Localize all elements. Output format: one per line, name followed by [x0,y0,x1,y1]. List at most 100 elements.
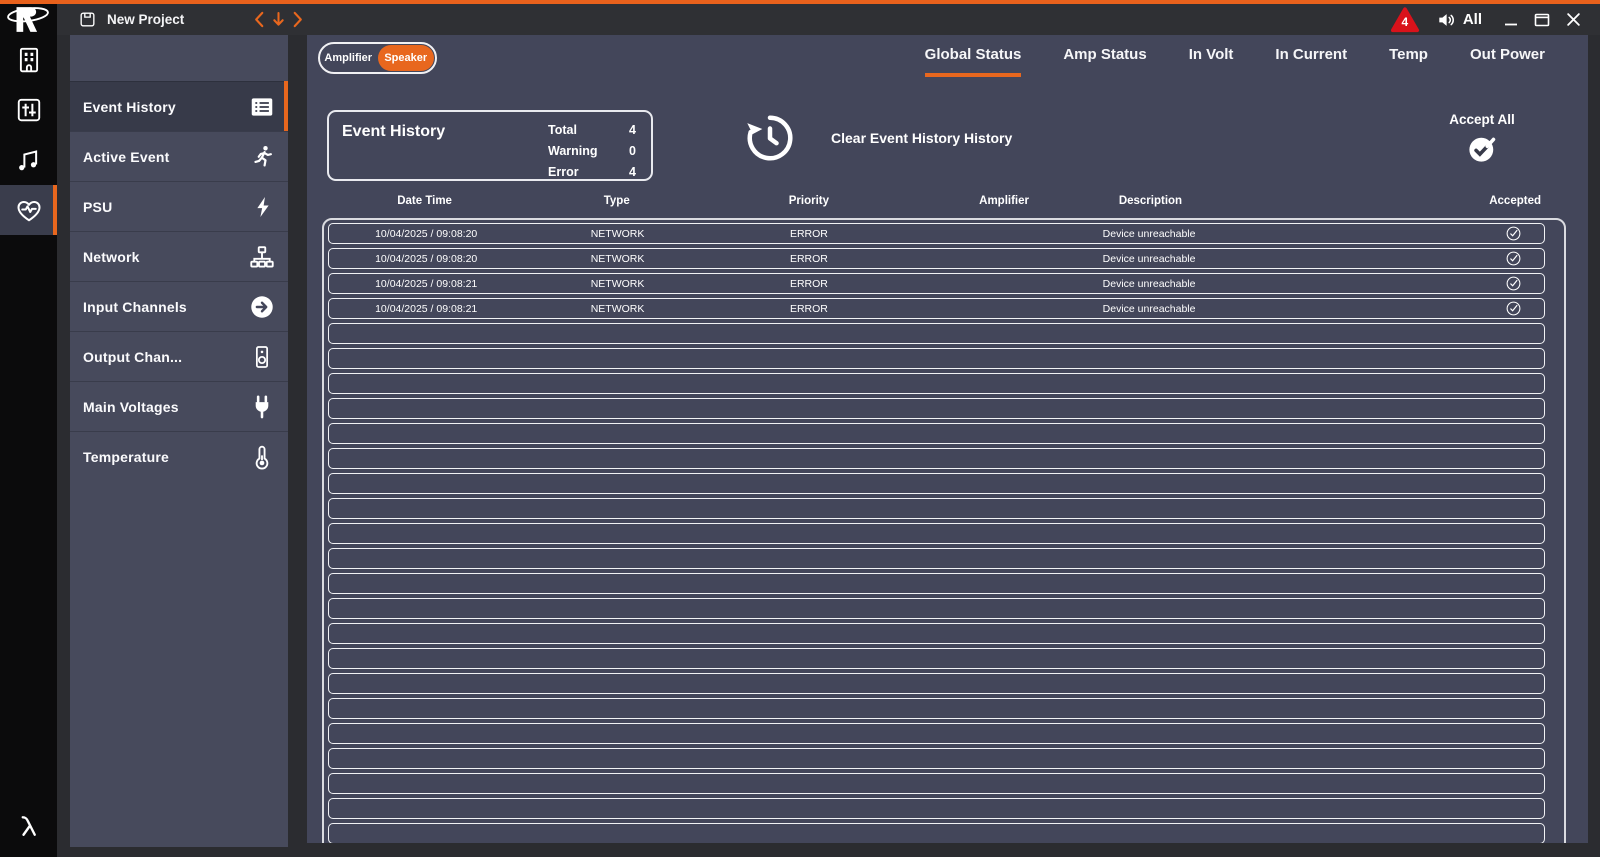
sidebar-item-active-event[interactable]: Active Event [70,131,288,181]
table-row[interactable]: 10/04/2025 / 09:08:20 NETWORK ERROR Device … [328,248,1545,269]
table-row-empty[interactable] [328,373,1545,394]
table-row-empty[interactable] [328,423,1545,444]
table-row-empty[interactable] [328,723,1545,744]
table-row-empty[interactable] [328,748,1545,769]
tab-in-current[interactable]: In Current [1254,46,1368,77]
sidebar-item-input-channels[interactable]: Input Channels [70,281,288,331]
stat-label: Total [548,122,577,137]
table-row-empty[interactable] [328,473,1545,494]
panel-nav-arrows [253,4,304,35]
sidebar-item-label: PSU [83,198,113,215]
health-monitor-icon [14,195,44,225]
table-row-empty[interactable] [328,773,1545,794]
table-row-empty[interactable] [328,648,1545,669]
app-rail [0,4,57,857]
column-header-type: Type [603,195,630,207]
table-row-empty[interactable] [328,348,1545,369]
table-row-empty[interactable] [328,498,1545,519]
sidebar-item-event-history[interactable]: Event History [70,81,288,131]
cell-description: Device unreachable [1102,252,1196,265]
chevron-right-icon[interactable] [292,11,304,28]
cell-type: NETWORK [590,227,645,240]
summary-stat-error: Error 4 [548,162,636,183]
alert-count: 4 [1401,15,1409,29]
sidebar-item-psu[interactable]: PSU [70,181,288,231]
table-row-empty[interactable] [328,448,1545,469]
network-icon [248,243,276,271]
table-row-empty[interactable] [328,523,1545,544]
table-row[interactable]: 10/04/2025 / 09:08:21 NETWORK ERROR Device … [328,273,1545,294]
accept-all-control: Accept All [1434,112,1530,169]
clear-event-history-button[interactable]: Clear Event History History [743,111,1012,165]
rail-item-mixer[interactable] [0,85,57,135]
alert-count-badge[interactable]: 4 [1390,6,1420,33]
tab-amp-status[interactable]: Amp Status [1042,46,1167,77]
tab-label: Amp Status [1063,46,1147,63]
table-row-empty[interactable] [328,823,1545,843]
cell-date-time: 10/04/2025 / 09:08:21 [375,302,478,315]
project-title: New Project [107,12,185,27]
cell-priority: ERROR [789,277,828,290]
summary-stats: Total 4 Warning 0 Error 4 [548,119,636,183]
table-row-empty[interactable] [328,323,1545,344]
sidebar-item-main-voltages[interactable]: Main Voltages [70,381,288,431]
rail-item-lambda[interactable] [0,803,57,849]
save-project-icon[interactable] [78,10,97,29]
accepted-check-icon[interactable] [1505,225,1522,242]
rail-item-health-monitor[interactable] [0,185,57,235]
table-row-empty[interactable] [328,673,1545,694]
sidebar-item-network[interactable]: Network [70,231,288,281]
chevron-left-icon[interactable] [253,11,265,28]
close-button[interactable] [1562,4,1584,35]
cell-type: NETWORK [590,252,645,265]
table-row-empty[interactable] [328,573,1545,594]
arrow-down-icon[interactable] [272,11,285,28]
cell-priority: ERROR [789,302,828,315]
summary-stat-warning: Warning 0 [548,140,636,161]
cell-date-time: 10/04/2025 / 09:08:21 [375,277,478,290]
sidebar-item-output-chan[interactable]: Output Chan... [70,331,288,381]
minimize-button[interactable] [1500,4,1522,35]
table-row-empty[interactable] [328,698,1545,719]
table-row-empty[interactable] [328,548,1545,569]
top-accent-bar [0,0,1600,4]
cell-description: Device unreachable [1102,302,1196,315]
accept-all-check-icon[interactable] [1467,133,1498,164]
cell-priority: ERROR [789,252,828,265]
cell-accepted [1198,300,1544,317]
tab-label: Out Power [1469,46,1545,63]
accepted-check-icon[interactable] [1505,250,1522,267]
cell-type: NETWORK [590,302,645,315]
rail-item-building[interactable] [0,35,57,85]
accepted-check-icon[interactable] [1505,300,1522,317]
toggle-option-amplifier[interactable]: Amplifier [320,44,377,72]
table-row-empty[interactable] [328,398,1545,419]
table-row[interactable]: 10/04/2025 / 09:08:20 NETWORK ERROR Device … [328,223,1545,244]
tab-in-volt[interactable]: In Volt [1168,46,1255,77]
maximize-button[interactable] [1531,4,1553,35]
title-bar: New Project 4 All [0,4,1600,35]
tab-global-status[interactable]: Global Status [904,46,1043,77]
table-row-empty[interactable] [328,623,1545,644]
table-row[interactable]: 10/04/2025 / 09:08:21 NETWORK ERROR Device … [328,298,1545,319]
sidebar-item-temperature[interactable]: Temperature [70,431,288,481]
event-history-summary-panel: Event History Total 4 Warning 0 Error 4 [327,110,653,181]
power-plug-icon [248,393,276,421]
tab-label: Global Status [924,46,1022,77]
accepted-check-icon[interactable] [1505,275,1522,292]
column-header-accepted: Accepted [1489,195,1541,207]
tab-temp[interactable]: Temp [1368,46,1449,77]
cell-priority: ERROR [789,227,828,240]
cell-date-time: 10/04/2025 / 09:08:20 [375,252,478,265]
sidebar-item-label: Output Chan... [83,348,183,365]
status-tab-bar: Global Status Amp Status In Volt In Current… [904,46,1545,77]
rail-item-music-notes[interactable] [0,135,57,185]
tab-label: In Volt [1188,46,1234,63]
volume-icon[interactable] [1436,9,1458,31]
table-row-empty[interactable] [328,598,1545,619]
tab-out-power[interactable]: Out Power [1449,46,1545,77]
sidebar-item-label: Main Voltages [83,398,179,415]
sidebar-item-label: Active Event [83,148,170,165]
table-row-empty[interactable] [328,798,1545,819]
toggle-option-speaker[interactable]: Speaker [377,45,434,71]
